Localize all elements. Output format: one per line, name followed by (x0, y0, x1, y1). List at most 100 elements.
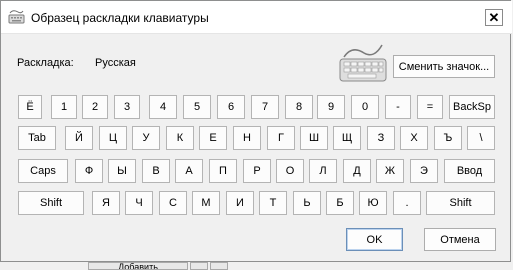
key[interactable]: Й (65, 126, 93, 150)
key[interactable]: Р (243, 159, 271, 183)
cancel-button-label: Отмена (440, 233, 480, 246)
key-label: З (377, 132, 385, 144)
key-label: 0 (361, 101, 369, 113)
background-control (190, 262, 208, 270)
key[interactable]: 4 (149, 95, 177, 119)
key[interactable]: Ф (75, 159, 103, 183)
key[interactable]: Ё (18, 95, 42, 119)
key[interactable]: Ъ (434, 126, 462, 150)
key-shift-right[interactable]: Shift (426, 191, 495, 215)
key[interactable]: 5 (183, 95, 211, 119)
key[interactable]: - (385, 95, 411, 119)
key[interactable]: П (209, 159, 237, 183)
key-label: Ю (367, 197, 379, 209)
key-caps[interactable]: Caps (18, 159, 68, 183)
key[interactable]: Ь (293, 191, 321, 215)
key[interactable]: Э (410, 159, 438, 183)
key[interactable]: Л (309, 159, 337, 183)
key[interactable]: Д (343, 159, 371, 183)
key[interactable]: 1 (51, 95, 77, 119)
key-label: Ь (303, 197, 311, 209)
key-label: Ф (84, 165, 94, 177)
key[interactable]: Ы (108, 159, 136, 183)
key[interactable]: 8 (285, 95, 313, 119)
key[interactable]: \ (467, 126, 495, 150)
key-label: BackSp (453, 101, 491, 113)
key[interactable]: Щ (333, 126, 361, 150)
key[interactable]: Х (400, 126, 428, 150)
key-label: С (169, 197, 177, 209)
key[interactable]: 6 (217, 95, 245, 119)
key-label: О (285, 165, 295, 177)
key[interactable]: Ш (300, 126, 328, 150)
key[interactable]: Е (199, 126, 227, 150)
key[interactable]: Ч (125, 191, 153, 215)
key[interactable]: В (142, 159, 170, 183)
key[interactable]: 3 (114, 95, 140, 119)
key[interactable]: 2 (82, 95, 108, 119)
ok-button[interactable]: OK (346, 228, 403, 251)
key[interactable]: 7 (251, 95, 279, 119)
key[interactable]: А (175, 159, 203, 183)
key[interactable]: И (226, 191, 254, 215)
key[interactable]: С (159, 191, 187, 215)
key[interactable]: Н (233, 126, 261, 150)
key-label: 5 (193, 101, 201, 113)
key-label: Ъ (443, 132, 453, 144)
key-label: Л (319, 165, 327, 177)
key-label: \ (479, 132, 483, 144)
key[interactable]: Т (259, 191, 287, 215)
key-label: Н (243, 132, 251, 144)
ok-button-label: OK (366, 233, 383, 246)
key-label: Х (410, 132, 418, 144)
key[interactable]: . (393, 191, 421, 215)
key[interactable]: Б (326, 191, 354, 215)
key[interactable]: К (166, 126, 194, 150)
key-label: Й (75, 132, 83, 144)
keyboard-icon (8, 10, 25, 24)
key-label: Р (253, 165, 261, 177)
key[interactable]: Ж (376, 159, 404, 183)
key-label: Я (102, 197, 110, 209)
key[interactable]: 0 (351, 95, 379, 119)
background-add-button-label: Добавить (118, 262, 158, 270)
key-label: Ввод (456, 165, 483, 177)
key-label: Т (269, 197, 277, 209)
key-label: 7 (261, 101, 269, 113)
title-bar: Образец раскладки клавиатуры ✕ (1, 1, 512, 34)
key[interactable]: О (276, 159, 304, 183)
key-tab[interactable]: Tab (18, 126, 56, 150)
key[interactable]: 9 (317, 95, 345, 119)
key[interactable]: У (132, 126, 160, 150)
key[interactable]: = (417, 95, 443, 119)
close-button[interactable]: ✕ (485, 9, 503, 26)
key[interactable]: З (367, 126, 395, 150)
layout-label: Раскладка: (17, 57, 74, 69)
key-label: Ш (308, 132, 320, 144)
key-shift-left[interactable]: Shift (18, 191, 84, 215)
key[interactable]: Я (92, 191, 120, 215)
key-label: П (219, 165, 227, 177)
key[interactable]: М (192, 191, 220, 215)
key-label: Ё (26, 101, 34, 113)
key-label: 4 (159, 101, 167, 113)
key-label: 9 (327, 101, 335, 113)
key-label: Ы (117, 165, 127, 177)
key-label: 1 (60, 101, 68, 113)
key-label: - (396, 101, 400, 113)
close-icon: ✕ (488, 10, 500, 25)
cancel-button[interactable]: Отмена (424, 228, 496, 251)
key-label: 2 (91, 101, 99, 113)
key-label: Ч (135, 197, 143, 209)
layout-value: Русская (95, 57, 136, 69)
key-label: К (176, 132, 184, 144)
key-backspace[interactable]: BackSp (449, 95, 495, 119)
key-label: Щ (341, 132, 353, 144)
key-label: Tab (28, 132, 46, 144)
key-enter[interactable]: Ввод (444, 159, 495, 183)
key[interactable]: Г (267, 126, 295, 150)
change-icon-button[interactable]: Сменить значок... (393, 55, 495, 78)
key[interactable]: Ц (99, 126, 127, 150)
key[interactable]: Ю (359, 191, 387, 215)
background-add-button[interactable]: Добавить (88, 262, 188, 270)
